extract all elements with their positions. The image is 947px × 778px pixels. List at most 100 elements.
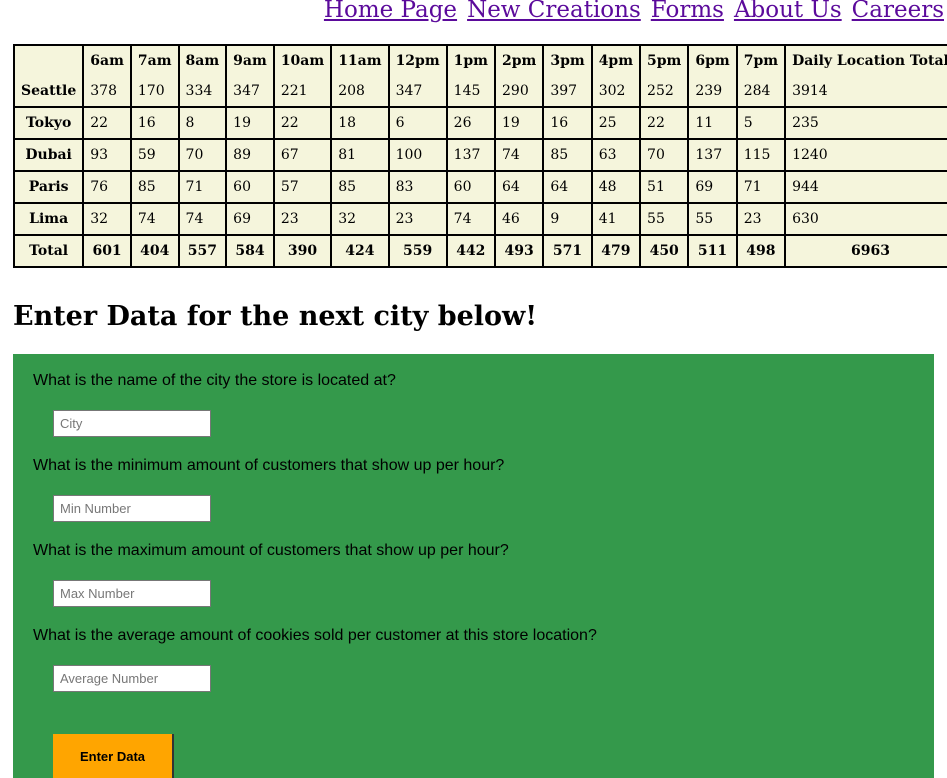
min-number-input[interactable] (53, 495, 211, 522)
hourly-total-cell: 390 (274, 236, 333, 266)
nav-link-new-creations[interactable]: New Creations (467, 0, 641, 23)
column-header: Daily Location Total (786, 46, 947, 76)
question-min-customers: What is the minimum amount of customers … (33, 457, 505, 474)
table-cell: 67 (274, 140, 333, 172)
table-cell: 23 (274, 204, 333, 236)
grand-total-cell: 6963 (786, 236, 947, 266)
column-header: 11am (332, 46, 390, 76)
table-cell: 83 (389, 172, 448, 204)
column-header: 7am (131, 46, 180, 76)
table-total-row: Total 601 404 557 584 390 424 559 442 493 571 479 45… (15, 236, 947, 266)
row-city-name: Lima (15, 204, 85, 236)
table-cell: 76 (84, 172, 132, 204)
table-cell: 19 (227, 108, 275, 140)
table-cell: 55 (641, 204, 690, 236)
sales-table: 6am 7am 8am 9am 10am 11am 12pm 1pm 2pm 3pm 4pm 5pm 6… (13, 44, 947, 268)
table-cell: 22 (84, 108, 132, 140)
row-daily-total: 944 (786, 172, 947, 204)
table-cell: 5 (737, 108, 787, 140)
column-header: 6am (84, 46, 132, 76)
city-input[interactable] (53, 410, 211, 437)
hourly-total-cell: 424 (332, 236, 390, 266)
table-cell: 57 (274, 172, 333, 204)
table-cell: 48 (592, 172, 642, 204)
table-cell: 25 (592, 108, 642, 140)
max-number-input[interactable] (53, 580, 211, 607)
row-daily-total: 235 (786, 108, 947, 140)
table-row: Lima 32 74 74 69 23 32 23 74 46 9 41 55 55 23 630 (15, 204, 947, 236)
table-cell: 208 (332, 76, 390, 108)
nav-link-about-us[interactable]: About Us (734, 0, 842, 23)
table-row: Paris 76 85 71 60 57 85 83 60 64 64 48 51 69 71 944 (15, 172, 947, 204)
question-max-customers: What is the maximum amount of customers … (33, 542, 509, 559)
table-cell: 137 (447, 140, 496, 172)
column-header: 6pm (689, 46, 738, 76)
hourly-total-cell: 601 (84, 236, 132, 266)
table-cell: 221 (274, 76, 333, 108)
nav-link-forms[interactable]: Forms (651, 0, 724, 23)
hourly-total-cell: 559 (389, 236, 448, 266)
table-cell: 85 (332, 172, 390, 204)
table-cell: 26 (447, 108, 496, 140)
table-cell: 63 (592, 140, 642, 172)
top-nav: Home Page New Creations Forms About Us C… (324, 0, 944, 23)
table-cell: 64 (544, 172, 593, 204)
table-cell: 59 (131, 140, 180, 172)
table-cell: 85 (544, 140, 593, 172)
table-row: Seattle 378 170 334 347 221 208 347 145 290 397 302… (15, 76, 947, 108)
table-cell: 302 (592, 76, 642, 108)
hourly-total-cell: 511 (689, 236, 738, 266)
table-cell: 81 (332, 140, 390, 172)
total-row-label: Total (15, 236, 85, 266)
average-number-input[interactable] (53, 665, 211, 692)
row-daily-total: 630 (786, 204, 947, 236)
table-cell: 60 (227, 172, 275, 204)
table-cell: 334 (179, 76, 228, 108)
enter-data-button[interactable]: Enter Data (53, 734, 174, 778)
table-cell: 85 (131, 172, 180, 204)
header-corner-cell (15, 46, 85, 76)
table-cell: 16 (544, 108, 593, 140)
column-header: 3pm (544, 46, 593, 76)
question-city-name: What is the name of the city the store i… (33, 372, 396, 389)
question-average-cookies: What is the average amount of cookies so… (33, 627, 597, 644)
column-header: 5pm (641, 46, 690, 76)
table-header-row: 6am 7am 8am 9am 10am 11am 12pm 1pm 2pm 3pm 4pm 5pm 6… (15, 46, 947, 76)
column-header: 7pm (737, 46, 787, 76)
table-cell: 397 (544, 76, 593, 108)
column-header: 4pm (592, 46, 642, 76)
table-cell: 347 (389, 76, 448, 108)
column-header: 12pm (389, 46, 448, 76)
table-cell: 69 (227, 204, 275, 236)
table-cell: 69 (689, 172, 738, 204)
table-cell: 70 (179, 140, 228, 172)
table-cell: 8 (179, 108, 228, 140)
table-cell: 46 (496, 204, 545, 236)
table-cell: 115 (737, 140, 787, 172)
table-cell: 71 (179, 172, 228, 204)
hourly-total-cell: 479 (592, 236, 642, 266)
table-cell: 22 (641, 108, 690, 140)
new-city-form: What is the name of the city the store i… (13, 354, 934, 778)
nav-link-home[interactable]: Home Page (324, 0, 457, 23)
table-row: Dubai 93 59 70 89 67 81 100 137 74 85 63 70 137 115 124… (15, 140, 947, 172)
hourly-total-cell: 493 (496, 236, 545, 266)
table-cell: 32 (84, 204, 132, 236)
table-cell: 64 (496, 172, 545, 204)
table-cell: 378 (84, 76, 132, 108)
table-cell: 74 (447, 204, 496, 236)
table-cell: 23 (737, 204, 787, 236)
table-cell: 284 (737, 76, 787, 108)
table-cell: 32 (332, 204, 390, 236)
table-cell: 51 (641, 172, 690, 204)
nav-link-careers[interactable]: Careers (852, 0, 944, 23)
hourly-total-cell: 557 (179, 236, 228, 266)
table-cell: 22 (274, 108, 333, 140)
row-city-name: Tokyo (15, 108, 85, 140)
table-cell: 89 (227, 140, 275, 172)
row-city-name: Dubai (15, 140, 85, 172)
row-city-name: Paris (15, 172, 85, 204)
row-city-name: Seattle (15, 76, 85, 108)
table-cell: 60 (447, 172, 496, 204)
table-cell: 170 (131, 76, 180, 108)
